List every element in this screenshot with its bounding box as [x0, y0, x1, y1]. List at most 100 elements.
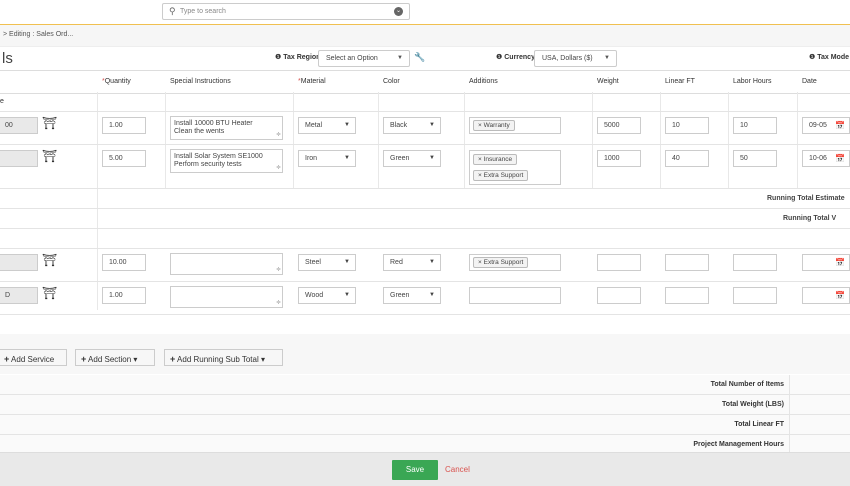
summary-row: Total Weight (LBS) — [0, 395, 850, 415]
linear-ft-field[interactable]: 40 — [665, 150, 709, 167]
summary-row: Total Linear FT — [0, 415, 850, 435]
linear-ft-field[interactable] — [665, 254, 709, 271]
item-box-icon[interactable]: ⛩ — [42, 286, 57, 300]
addition-tag[interactable]: × Warranty — [473, 120, 515, 131]
additions-field[interactable]: × Warranty — [469, 117, 561, 134]
search-placeholder: Type to search — [180, 8, 226, 15]
add-running-sub-total-button[interactable]: + Add Running Sub Total ▾ — [164, 349, 283, 366]
labor-hours-field[interactable] — [733, 287, 777, 304]
date-field[interactable]: 📅 — [802, 254, 850, 271]
quantity-field[interactable]: 10.00 — [102, 254, 146, 271]
calendar-icon[interactable]: 📅 — [835, 258, 845, 267]
search-icon: ⚲ — [169, 6, 176, 16]
total-weight-label: Total Weight (LBS) — [722, 401, 784, 408]
wrench-icon[interactable]: 🔧 — [414, 52, 425, 63]
caret-down-icon: ▼ — [429, 122, 435, 128]
weight-field[interactable] — [597, 287, 641, 304]
labor-hours-field[interactable]: 50 — [733, 150, 777, 167]
calendar-icon[interactable]: 📅 — [835, 154, 845, 163]
col-color: Color — [383, 78, 400, 85]
item-id-field[interactable] — [0, 254, 38, 271]
breadcrumb: > Editing : Sales Ord... — [0, 25, 850, 47]
addition-tag[interactable]: × Insurance — [473, 154, 518, 165]
table-row: ⛩ 10.00 ≑ Steel ▼ Red ▼ × Extra Support 📅 — [0, 249, 850, 282]
date-field[interactable]: 10-06 📅 — [802, 150, 850, 167]
col-quantity: *Quantity — [102, 78, 131, 85]
running-total-estimate-row: Running Total Estimate — [0, 189, 850, 209]
quantity-field[interactable]: 5.00 — [102, 150, 146, 167]
linear-ft-field[interactable]: 10 — [665, 117, 709, 134]
save-button[interactable]: Save — [392, 460, 438, 480]
color-select[interactable]: Green ▼ — [383, 287, 441, 304]
labor-hours-field[interactable]: 10 — [733, 117, 777, 134]
item-box-icon[interactable]: ⛩ — [42, 116, 57, 130]
item-box-icon[interactable]: ⛩ — [42, 253, 57, 267]
caret-down-icon: ▼ — [604, 55, 610, 61]
search-input[interactable]: ⚲ Type to search ⌄ — [162, 3, 410, 20]
color-select[interactable]: Black ▼ — [383, 117, 441, 134]
col-date: Date — [802, 78, 817, 85]
calendar-icon[interactable]: 📅 — [835, 291, 845, 300]
info-icon: ❶ — [496, 54, 503, 61]
weight-field[interactable]: 1000 — [597, 150, 641, 167]
additions-field[interactable]: × Extra Support — [469, 254, 561, 271]
addition-tag[interactable]: × Extra Support — [473, 170, 529, 181]
date-field[interactable]: 📅 — [802, 287, 850, 304]
item-id-field[interactable]: D — [0, 287, 38, 304]
calendar-icon[interactable]: 📅 — [835, 121, 845, 130]
color-select[interactable]: Green ▼ — [383, 150, 441, 167]
quantity-field[interactable]: 1.00 — [102, 287, 146, 304]
instructions-textarea[interactable]: Install 10000 BTU Heater Clean the wents ≑ — [170, 116, 283, 140]
weight-field[interactable]: 5000 — [597, 117, 641, 134]
col-weight: Weight — [597, 78, 619, 85]
info-icon: ❶ — [275, 54, 282, 61]
weight-field[interactable] — [597, 254, 641, 271]
add-section-button[interactable]: + Add Section ▾ — [75, 349, 155, 366]
labor-hours-field[interactable] — [733, 254, 777, 271]
tax-mode-label: ❶ Tax Mode — [809, 54, 849, 61]
currency-select[interactable]: USA, Dollars ($) ▼ — [534, 50, 617, 67]
col-special-instructions: Special Instructions — [170, 78, 231, 85]
page-title: ls — [2, 50, 13, 67]
material-select[interactable]: Steel ▼ — [298, 254, 356, 271]
caret-down-icon: ▼ — [429, 292, 435, 298]
quantity-field[interactable]: 1.00 — [102, 117, 146, 134]
caret-down-icon: ▼ — [344, 155, 350, 161]
instructions-textarea[interactable]: Install Solar System SE1000 Perform secur… — [170, 149, 283, 173]
tax-region-select[interactable]: Select an Option ▼ — [318, 50, 410, 67]
color-select[interactable]: Red ▼ — [383, 254, 441, 271]
running-total-row: Running Total V — [0, 209, 850, 229]
caret-down-icon: ▼ — [397, 55, 403, 61]
tax-region-value: Select an Option — [326, 55, 378, 62]
total-items-label: Total Number of Items — [710, 381, 784, 388]
total-linear-ft-label: Total Linear FT — [734, 421, 784, 428]
instructions-textarea[interactable]: ≑ — [170, 286, 283, 308]
currency-label: ❶ Currency — [496, 54, 535, 61]
add-service-button[interactable]: + Add Service — [0, 349, 67, 366]
material-select[interactable]: Metal ▼ — [298, 117, 356, 134]
item-id-field[interactable]: 00 — [0, 117, 38, 134]
section-spacer-row — [0, 229, 850, 249]
caret-down-icon: ▼ — [344, 259, 350, 265]
col-linear-ft: Linear FT — [665, 78, 695, 85]
additions-field[interactable]: × Insurance × Extra Support — [469, 150, 561, 185]
linear-ft-field[interactable] — [665, 287, 709, 304]
table-row: D ⛩ 1.00 ≑ Wood ▼ Green ▼ 📅 — [0, 282, 850, 315]
col-material: *Material — [298, 78, 326, 85]
breadcrumb-text[interactable]: > Editing : Sales Ord... — [3, 31, 73, 38]
date-field[interactable]: 09-05 📅 — [802, 117, 850, 134]
table-row: 00 ⛩ 1.00 Install 10000 BTU Heater Clean … — [0, 112, 850, 145]
material-select[interactable]: Wood ▼ — [298, 287, 356, 304]
running-total-estimate-label: Running Total Estimate — [767, 195, 845, 202]
project-management-hours-label: Project Management Hours — [693, 441, 784, 448]
table-row: ⛩ 5.00 Install Solar System SE1000 Perfor… — [0, 145, 850, 189]
instructions-textarea[interactable]: ≑ — [170, 253, 283, 275]
item-box-icon[interactable]: ⛩ — [42, 149, 57, 163]
item-id-field[interactable] — [0, 150, 38, 167]
addition-tag[interactable]: × Extra Support — [473, 257, 529, 268]
cancel-link[interactable]: Cancel — [445, 465, 470, 474]
material-select[interactable]: Iron ▼ — [298, 150, 356, 167]
caret-down-icon: ▼ — [429, 155, 435, 161]
additions-field[interactable] — [469, 287, 561, 304]
clear-search-icon[interactable]: ⌄ — [394, 7, 403, 16]
